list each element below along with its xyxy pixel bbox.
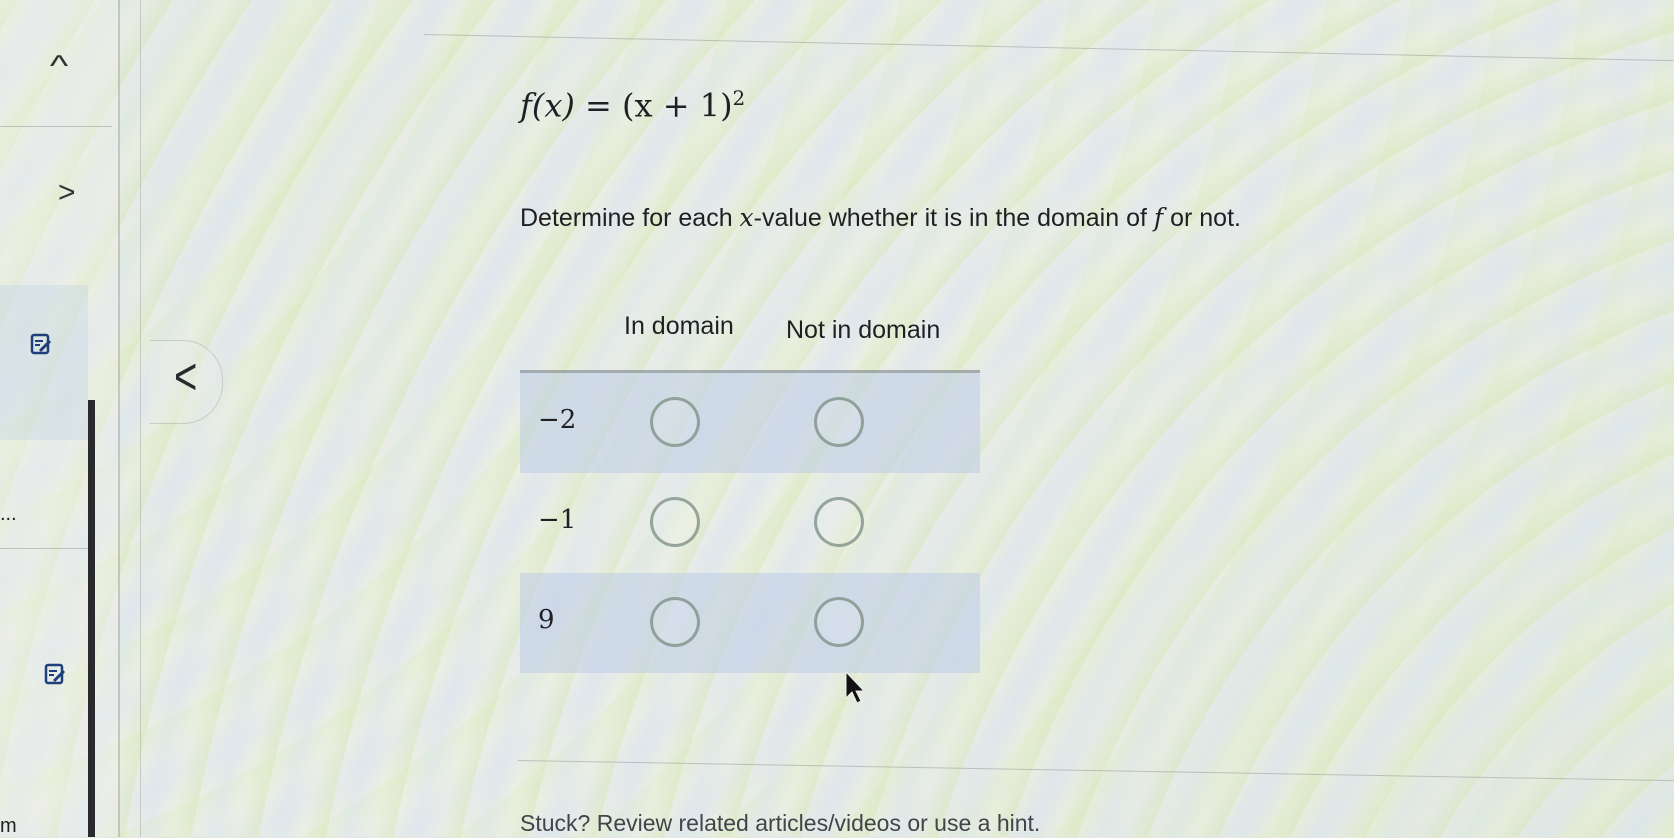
in-domain-radio[interactable]	[650, 597, 700, 647]
mouse-cursor-icon	[845, 670, 866, 704]
formula-equals: =	[574, 86, 623, 125]
prompt-variable: x	[739, 203, 754, 232]
function-definition: f(x) = (x + 1)2	[520, 86, 745, 125]
panel-divider	[140, 0, 141, 837]
formula-rhs: (x + 1)	[622, 86, 733, 125]
chevron-up-icon[interactable]: ^	[50, 52, 68, 82]
not-in-domain-radio[interactable]	[814, 397, 864, 447]
column-header-not-in-domain: Not in domain	[786, 316, 941, 344]
sidebar-scrollbar[interactable]	[88, 400, 95, 837]
table-row: −2	[520, 373, 980, 473]
x-value: −1	[538, 505, 577, 535]
x-value: 9	[538, 605, 555, 635]
sidebar-divider	[0, 126, 112, 127]
sidebar-active-section	[0, 285, 88, 440]
left-sidebar: ^ > ... m	[0, 0, 120, 837]
truncated-label: ...	[0, 503, 17, 525]
edit-note-icon[interactable]	[44, 663, 66, 685]
x-value: −2	[538, 405, 577, 435]
question-prompt: Determine for each x-value whether it is…	[520, 203, 1241, 233]
prompt-function: f	[1153, 203, 1164, 232]
prompt-text: -value whether it is in the domain of	[753, 204, 1154, 232]
formula-exponent: 2	[732, 86, 746, 110]
content-divider	[423, 34, 1674, 62]
sidebar-divider	[0, 548, 88, 549]
column-header-in-domain: In domain	[624, 312, 734, 340]
formula-lhs: f(x)	[520, 86, 575, 125]
edit-note-icon[interactable]	[30, 333, 52, 355]
chevron-left-icon: <	[174, 348, 198, 406]
content-divider	[517, 760, 1674, 782]
in-domain-radio[interactable]	[650, 397, 700, 447]
truncated-label: m	[0, 815, 17, 837]
prompt-text: Determine for each	[520, 204, 740, 232]
chevron-right-icon[interactable]: >	[58, 178, 76, 208]
hint-link[interactable]: Stuck? Review related articles/videos or…	[520, 810, 1040, 837]
in-domain-radio[interactable]	[650, 497, 700, 547]
table-row: 9	[520, 573, 980, 673]
not-in-domain-radio[interactable]	[814, 597, 864, 647]
not-in-domain-radio[interactable]	[814, 497, 864, 547]
prompt-text: or not.	[1163, 204, 1241, 232]
table-row: −1	[520, 473, 980, 573]
exercise-page: ^ > ... m < f(x) = (x + 1)2 Determine fo…	[0, 0, 1674, 837]
collapse-panel-button[interactable]: <	[150, 340, 223, 424]
